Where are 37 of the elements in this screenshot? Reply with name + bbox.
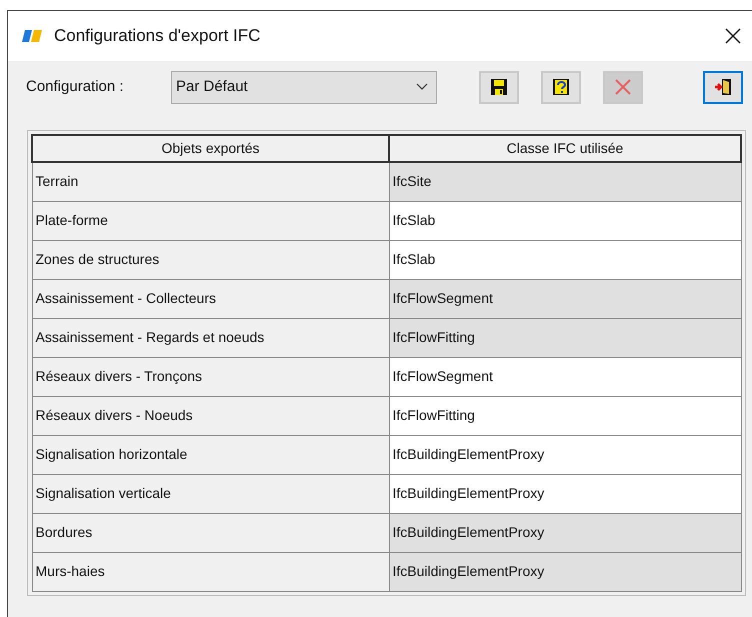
- dropdown-value: Par Défaut: [176, 76, 249, 97]
- table-cell: Bordures: [32, 513, 389, 552]
- table-cell: Signalisation horizontale: [32, 435, 389, 474]
- cross-icon: [614, 78, 632, 96]
- table-cell: Plate-forme: [32, 201, 389, 240]
- table-cell: IfcFlowSegment: [389, 279, 741, 318]
- table-cell: Zones de structures: [32, 240, 389, 279]
- configuration-label: Configuration :: [26, 76, 125, 97]
- table-cell: IfcBuildingElementProxy: [389, 513, 741, 552]
- door-exit-icon: [714, 78, 732, 96]
- table-cell: IfcSlab: [389, 201, 741, 240]
- table-cell: IfcSlab: [389, 240, 741, 279]
- table-cell: IfcBuildingElementProxy: [389, 552, 741, 591]
- table-cell: IfcFlowSegment: [389, 357, 741, 396]
- exit-button[interactable]: [703, 70, 743, 104]
- table-cell: Réseaux divers - Noeuds: [32, 396, 389, 435]
- table-cell: Signalisation verticale: [32, 474, 389, 513]
- column-header: Objets exportés: [32, 135, 389, 162]
- column-header: Classe IFC utilisée: [389, 135, 741, 162]
- save-button[interactable]: [479, 70, 519, 104]
- app-logo-icon: [22, 29, 44, 43]
- table-cell: IfcBuildingElementProxy: [389, 435, 741, 474]
- table-cell: Réseaux divers - Tronçons: [32, 357, 389, 396]
- table-cell: Assainissement - Collecteurs: [32, 279, 389, 318]
- help-button[interactable]: [541, 70, 581, 104]
- table-cell: IfcFlowFitting: [389, 396, 741, 435]
- close-icon: [725, 28, 741, 44]
- table-cell: IfcSite: [389, 162, 741, 201]
- table-cell: Terrain: [32, 162, 389, 201]
- configuration-dropdown[interactable]: Par Défaut: [171, 70, 437, 104]
- table-cell: Murs-haies: [32, 552, 389, 591]
- chevron-down-icon: [416, 83, 428, 91]
- help-disk-icon: [552, 78, 570, 96]
- table-cell: Assainissement - Regards et noeuds: [32, 318, 389, 357]
- window-title: Configurations d'export IFC: [54, 25, 260, 48]
- table-cell: IfcFlowFitting: [389, 318, 741, 357]
- table-cell: IfcBuildingElementProxy: [389, 474, 741, 513]
